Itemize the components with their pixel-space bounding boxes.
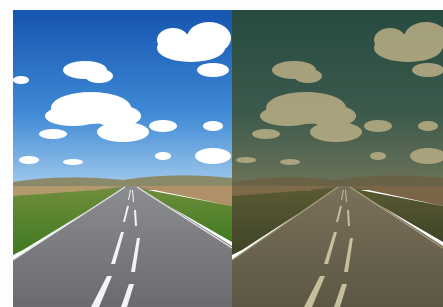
filtered-road-scene [232,10,443,307]
photo-comparison [0,0,443,307]
original-photo-panel [13,10,232,307]
filtered-photo-panel [232,10,443,307]
left-margin [0,0,13,307]
top-margin [0,0,443,10]
original-road-scene [13,10,232,307]
